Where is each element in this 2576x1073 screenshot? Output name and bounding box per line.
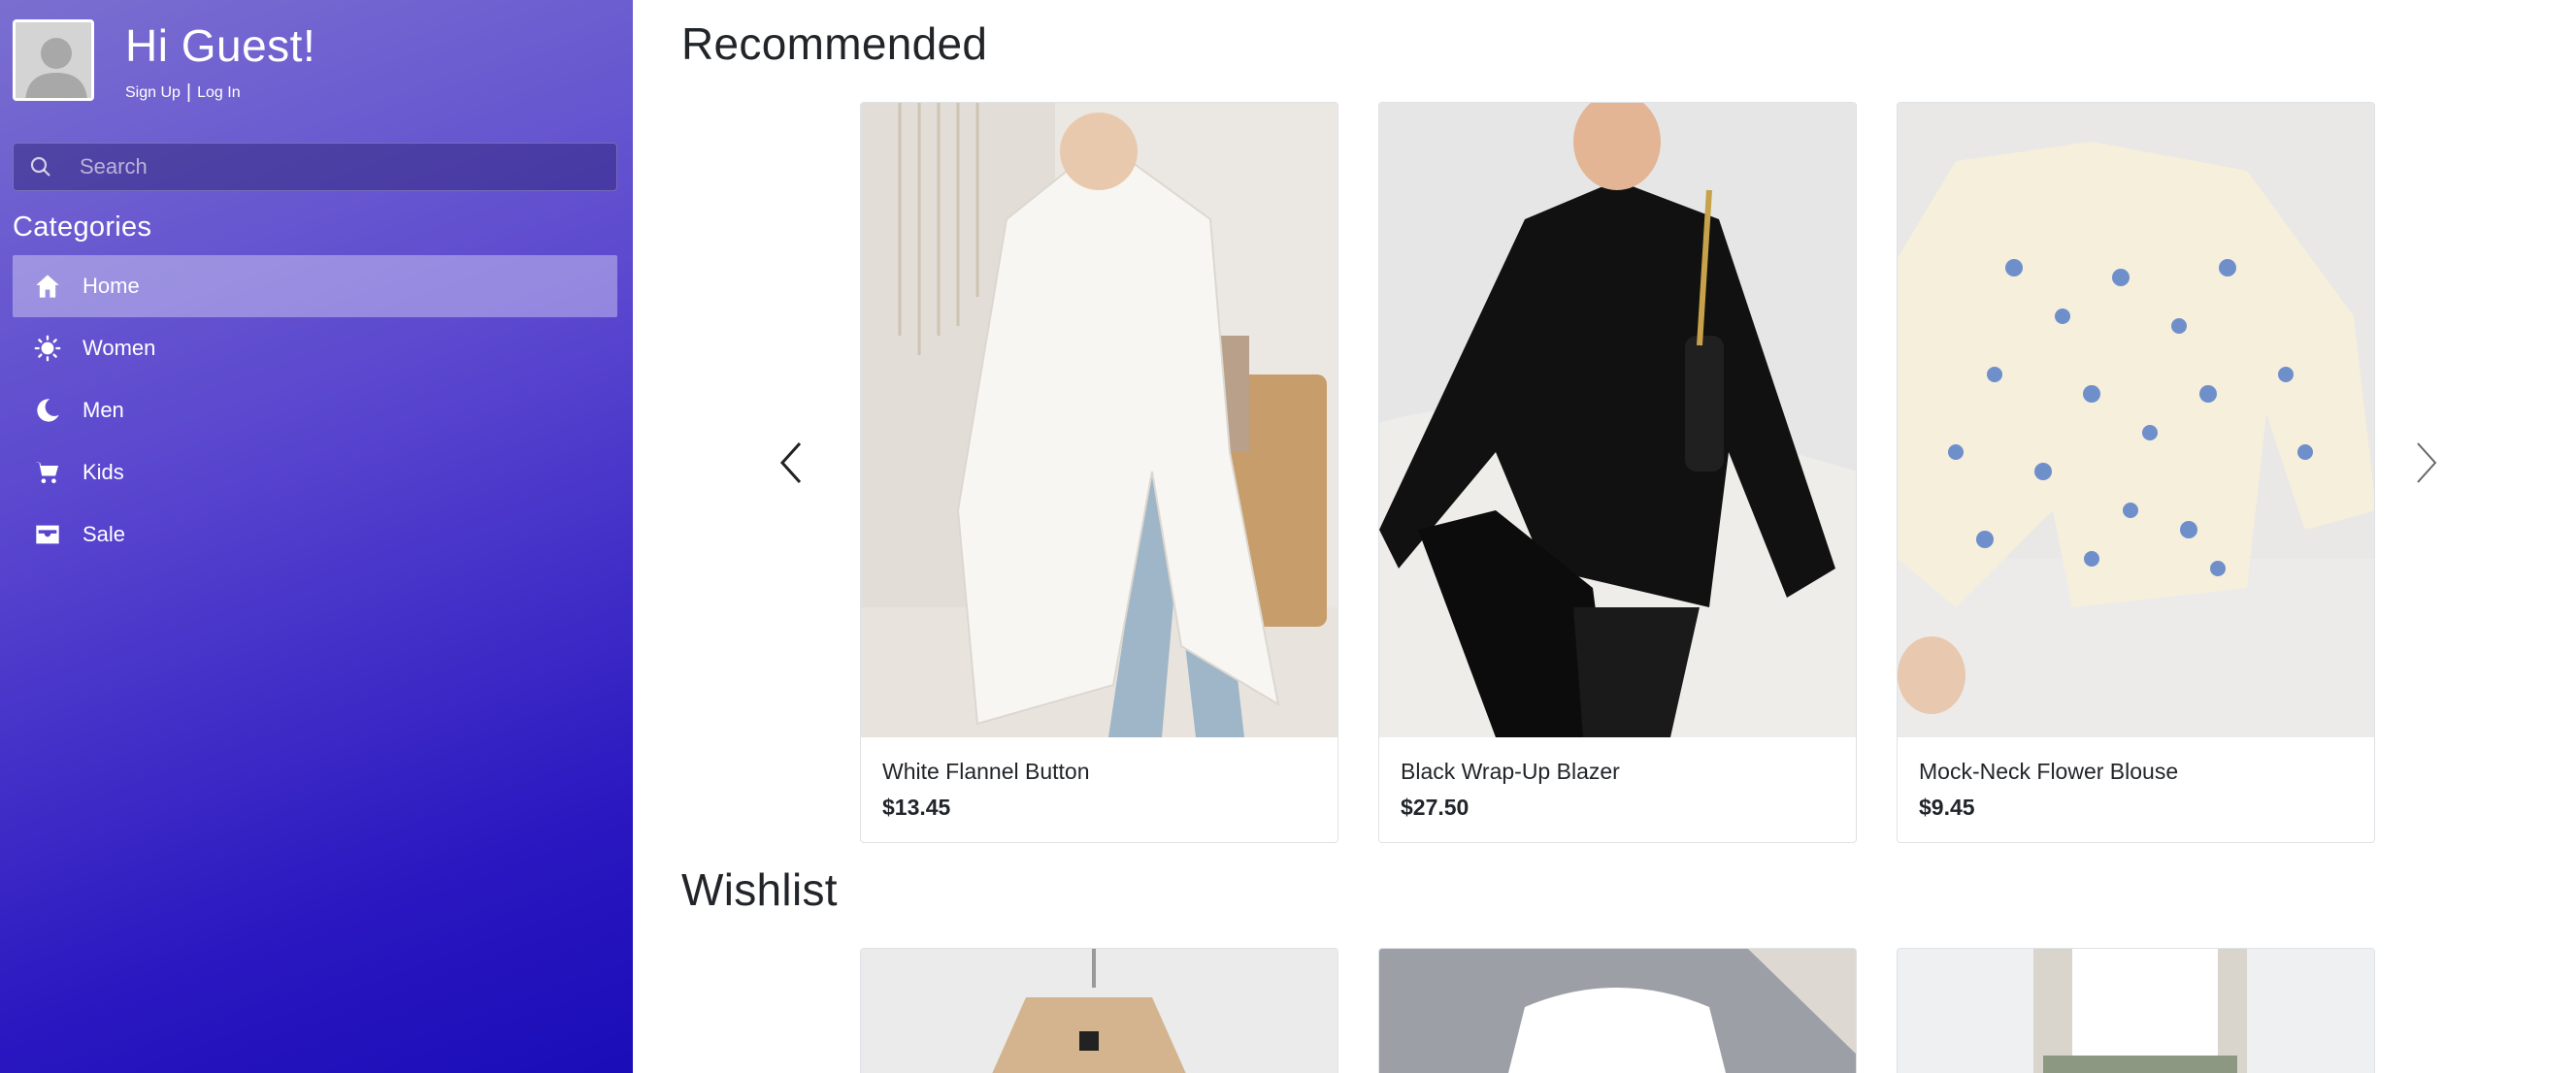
moon-icon: [13, 397, 83, 424]
carousel-next-button[interactable]: [2414, 441, 2439, 489]
nav-label-home: Home: [83, 274, 140, 298]
sidebar: Hi Guest! Sign Up | Log In Categories Ho…: [0, 0, 633, 1073]
recommended-title: Recommended: [681, 18, 988, 69]
categories-title: Categories: [13, 211, 152, 243]
nav-label-men: Men: [83, 398, 124, 422]
nav-label-women: Women: [83, 336, 156, 360]
sun-icon: [13, 335, 83, 362]
nav-item-home[interactable]: Home: [13, 255, 617, 317]
product-name: Mock-Neck Flower Blouse: [1919, 759, 2179, 784]
cart-icon: [13, 459, 83, 486]
product-image[interactable]: [1379, 103, 1856, 737]
nav-label-sale: Sale: [83, 522, 126, 546]
wishlist-title: Wishlist: [681, 864, 838, 915]
product-price: $13.45: [882, 795, 951, 820]
inbox-icon: [13, 521, 83, 548]
greeting: Hi Guest!: [125, 20, 316, 71]
search-icon: [14, 155, 68, 179]
nav-item-kids[interactable]: Kids: [13, 441, 617, 504]
auth-separator: |: [185, 81, 192, 103]
log-in-link[interactable]: Log In: [197, 84, 240, 102]
wishlist-image[interactable]: [1379, 949, 1856, 1073]
carousel-prev-button[interactable]: [778, 441, 804, 489]
nav-label-kids: Kids: [83, 460, 124, 484]
product-price: $9.45: [1919, 795, 1975, 820]
nav-item-sale[interactable]: Sale: [13, 504, 617, 566]
product-name: White Flannel Button: [882, 759, 1090, 784]
product-image[interactable]: [861, 103, 1338, 737]
product-price: $27.50: [1401, 795, 1470, 820]
product-card[interactable]: White Flannel Button $13.45: [860, 102, 1338, 843]
sign-up-link[interactable]: Sign Up: [125, 84, 181, 102]
category-nav: Home Women Men Kids Sale: [13, 255, 617, 566]
nav-item-men[interactable]: Men: [13, 379, 617, 441]
avatar: [13, 19, 94, 101]
product-card[interactable]: Black Wrap-Up Blazer $27.50: [1378, 102, 1857, 843]
product-name: Black Wrap-Up Blazer: [1401, 759, 1620, 784]
wishlist-image[interactable]: [861, 949, 1338, 1073]
wishlist-card[interactable]: [860, 948, 1338, 1073]
search-input[interactable]: [68, 154, 592, 179]
nav-item-women[interactable]: Women: [13, 317, 617, 379]
auth-links: Sign Up | Log In: [125, 81, 315, 104]
home-icon: [13, 273, 83, 300]
wishlist-card[interactable]: [1378, 948, 1857, 1073]
profile-header: Hi Guest! Sign Up | Log In: [13, 19, 315, 104]
main-content: Recommended White Flannel Button $13.45 …: [633, 0, 2576, 1073]
wishlist-card[interactable]: [1897, 948, 2375, 1073]
search-bar: [13, 143, 617, 191]
wishlist-image[interactable]: [1898, 949, 2374, 1073]
product-image[interactable]: [1898, 103, 2374, 737]
product-card[interactable]: Mock-Neck Flower Blouse $9.45: [1897, 102, 2375, 843]
